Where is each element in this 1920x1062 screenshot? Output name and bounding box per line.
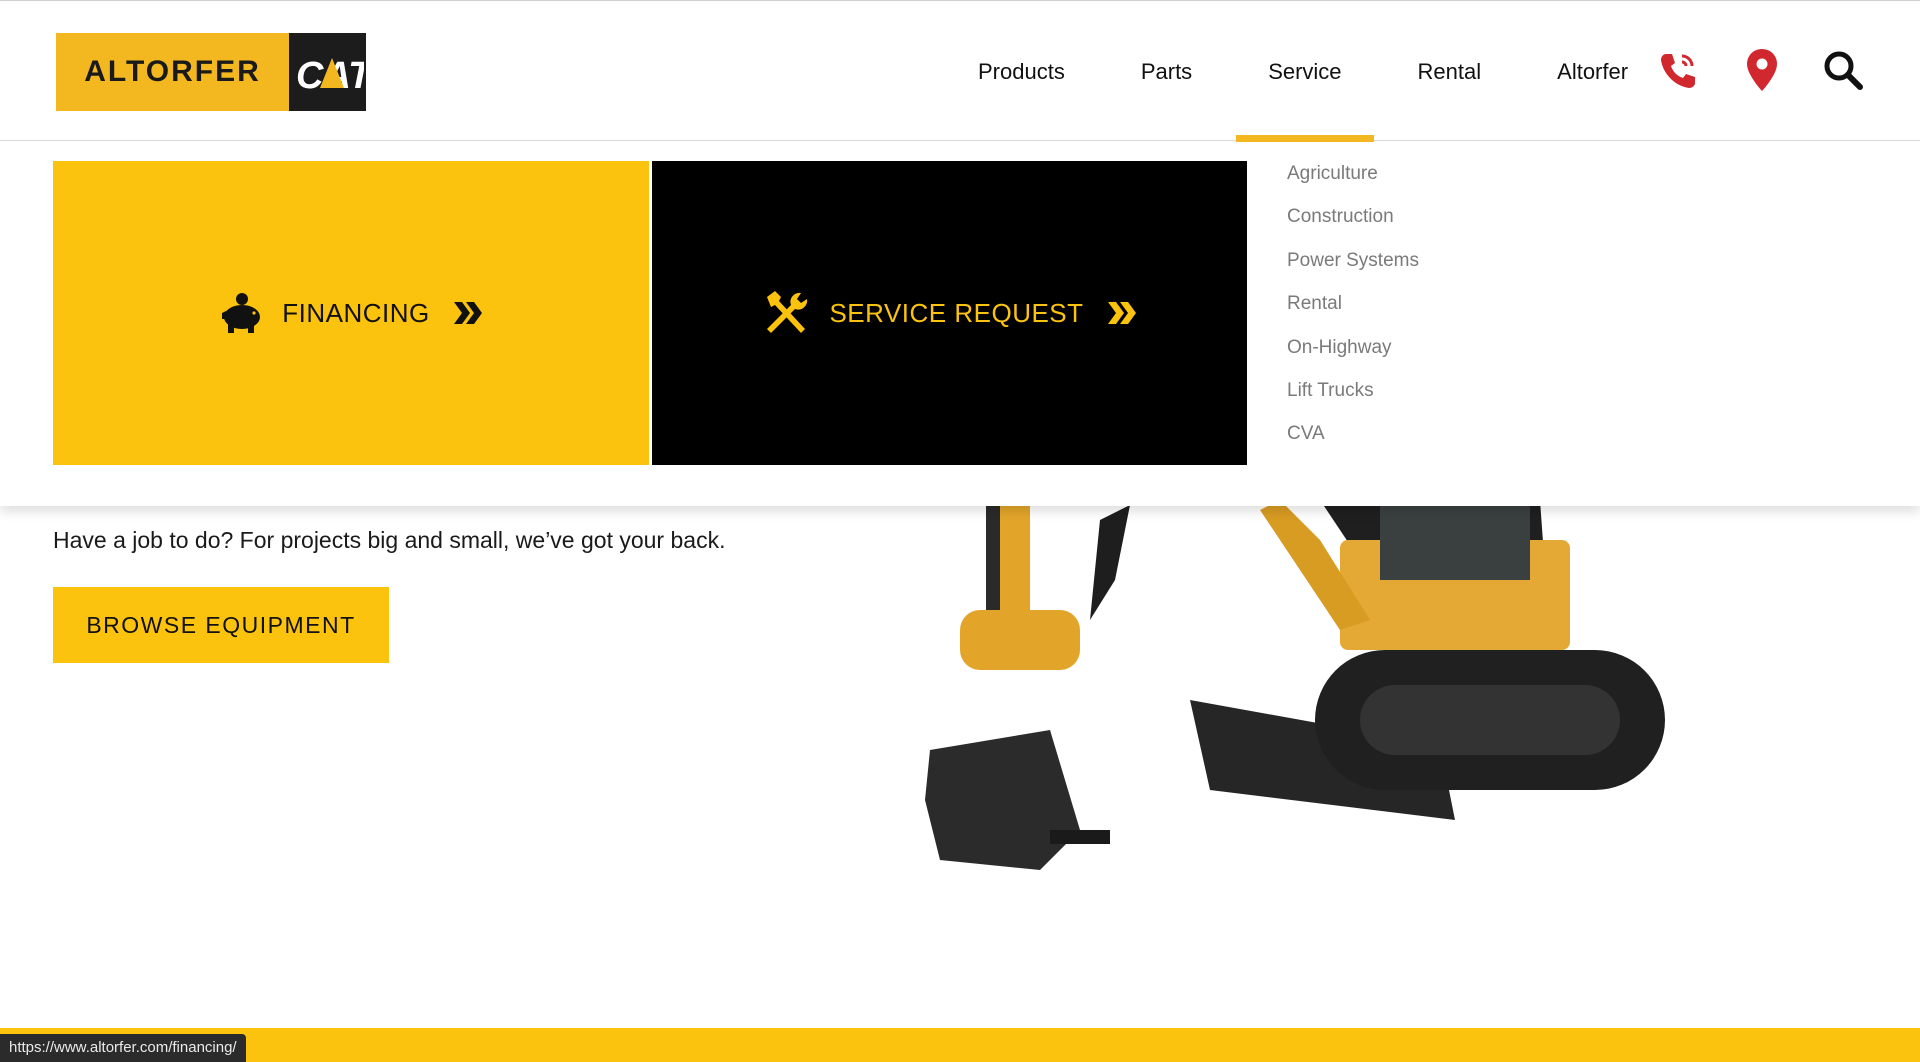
nav-parts-label: Parts <box>1140 58 1193 84</box>
main-nav: Products Parts Service Rental Altorfer <box>940 1 1666 142</box>
financing-tile[interactable]: FINANCING <box>53 161 649 465</box>
browse-equipment-button[interactable]: BROWSE EQUIPMENT <box>53 587 389 663</box>
location-pin-icon[interactable] <box>1739 47 1785 93</box>
nav-products[interactable]: Products <box>940 1 1103 142</box>
submenu-power-systems[interactable]: Power Systems <box>1287 250 1419 293</box>
submenu-rental[interactable]: Rental <box>1287 293 1419 336</box>
browser-status-url: https://www.altorfer.com/financing/ <box>0 1034 246 1062</box>
piggy-bank-icon <box>222 293 261 333</box>
wrench-hammer-icon <box>767 291 808 333</box>
service-request-tile[interactable]: SERVICE REQUEST <box>652 161 1247 465</box>
footer-yellow-band <box>0 1028 1920 1062</box>
submenu-lift-trucks[interactable]: Lift Trucks <box>1287 380 1419 423</box>
nav-service[interactable]: Service <box>1230 1 1379 142</box>
service-dropdown-menu: FINANCING SERVICE REQUEST Agriculture Co… <box>0 141 1920 506</box>
nav-rental[interactable]: Rental <box>1380 1 1520 142</box>
site-header: ALTORFER CAT Products Parts Service Rent… <box>0 0 1920 142</box>
hero-tagline: Have a job to do? For projects big and s… <box>53 527 726 553</box>
financing-label: FINANCING <box>282 297 430 328</box>
nav-service-label: Service <box>1268 58 1342 84</box>
altorfer-cat-logo[interactable]: ALTORFER CAT <box>56 33 366 111</box>
double-chevron-right-icon <box>453 302 482 324</box>
nav-altorfer-label: Altorfer <box>1557 58 1629 84</box>
phone-icon[interactable] <box>1655 47 1701 93</box>
submenu-cva[interactable]: CVA <box>1287 423 1419 466</box>
service-submenu: Agriculture Construction Power Systems R… <box>1287 163 1419 467</box>
excavator-image <box>900 500 1800 890</box>
search-icon[interactable] <box>1820 47 1866 93</box>
cat-logo-mark: CAT <box>289 33 366 111</box>
nav-parts[interactable]: Parts <box>1103 1 1230 142</box>
double-chevron-right-icon <box>1107 302 1136 324</box>
submenu-construction[interactable]: Construction <box>1287 206 1419 249</box>
nav-products-label: Products <box>978 58 1065 84</box>
altorfer-wordmark: ALTORFER <box>56 33 289 111</box>
nav-rental-label: Rental <box>1417 58 1482 84</box>
nav-altorfer[interactable]: Altorfer <box>1519 1 1666 142</box>
service-request-label: SERVICE REQUEST <box>829 297 1084 328</box>
cat-logo-icon: CAT <box>296 55 364 97</box>
submenu-on-highway[interactable]: On-Highway <box>1287 337 1419 380</box>
submenu-agriculture[interactable]: Agriculture <box>1287 163 1419 206</box>
brand-name: ALTORFER <box>84 55 261 88</box>
